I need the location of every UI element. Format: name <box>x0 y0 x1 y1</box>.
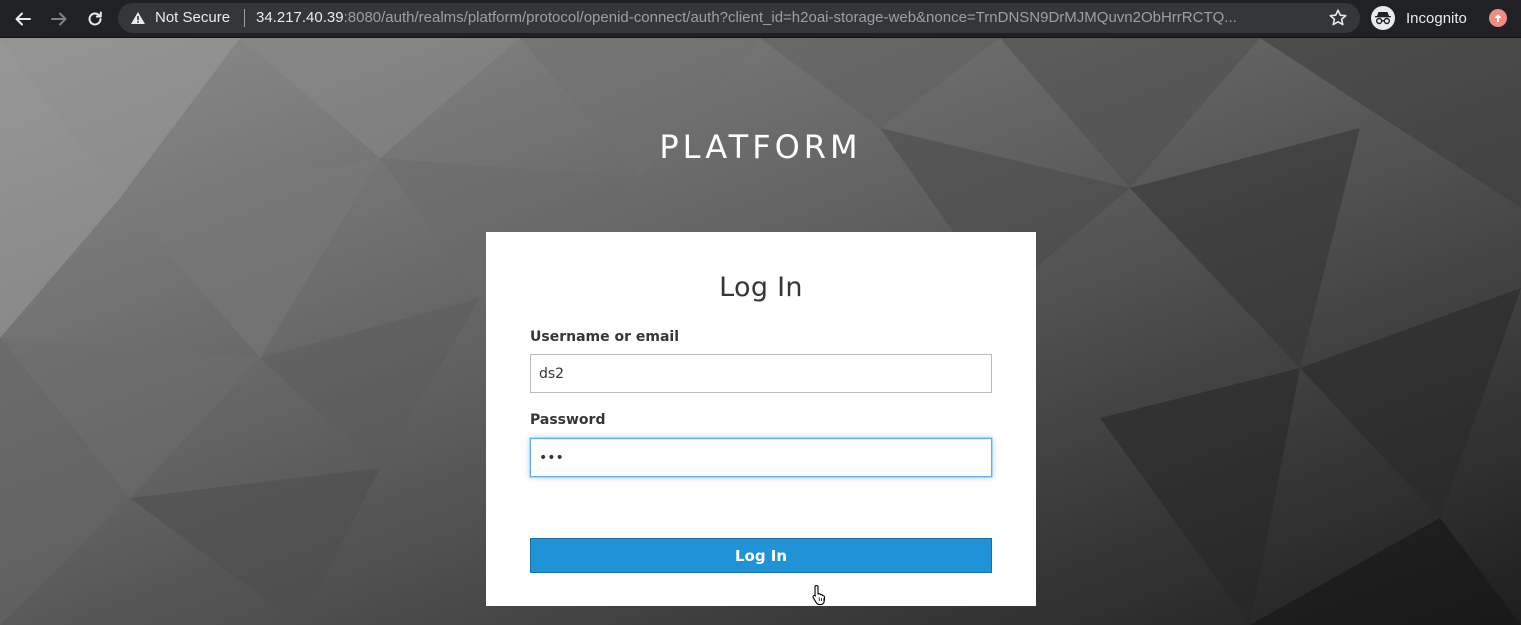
url-text[interactable]: 34.217.40.39:8080/auth/realms/platform/p… <box>256 9 1316 27</box>
address-separator <box>244 9 245 27</box>
security-status[interactable]: Not Secure <box>155 9 230 27</box>
login-card: Log In Username or email Password Log In <box>486 232 1036 606</box>
update-button[interactable] <box>1489 9 1507 27</box>
reload-icon <box>88 11 102 26</box>
login-button[interactable]: Log In <box>530 538 992 573</box>
profile-incognito[interactable]: Incognito <box>1369 3 1479 33</box>
reload-button[interactable] <box>82 6 108 32</box>
forward-icon <box>51 12 67 26</box>
browser-toolbar: Not Secure 34.217.40.39:8080/auth/realms… <box>0 0 1521 38</box>
update-icon <box>1494 14 1502 22</box>
password-label: Password <box>530 412 606 428</box>
password-input[interactable] <box>530 438 992 477</box>
address-bar[interactable]: Not Secure 34.217.40.39:8080/auth/realms… <box>118 3 1360 33</box>
url-host: 34.217.40.39 <box>256 9 344 26</box>
username-label: Username or email <box>530 329 679 345</box>
username-input[interactable] <box>530 354 992 393</box>
back-button[interactable] <box>10 6 36 32</box>
incognito-label: Incognito <box>1406 9 1467 27</box>
login-page: PLATFORM Log In Username or email Passwo… <box>0 38 1521 625</box>
warning-icon <box>131 12 145 24</box>
incognito-icon <box>1371 6 1395 30</box>
bookmark-star-icon[interactable] <box>1328 8 1348 28</box>
back-icon <box>15 12 31 26</box>
forward-button[interactable] <box>46 6 72 32</box>
url-path: :8080/auth/realms/platform/protocol/open… <box>343 9 1237 26</box>
login-heading: Log In <box>719 272 803 303</box>
realm-title: PLATFORM <box>659 128 862 166</box>
